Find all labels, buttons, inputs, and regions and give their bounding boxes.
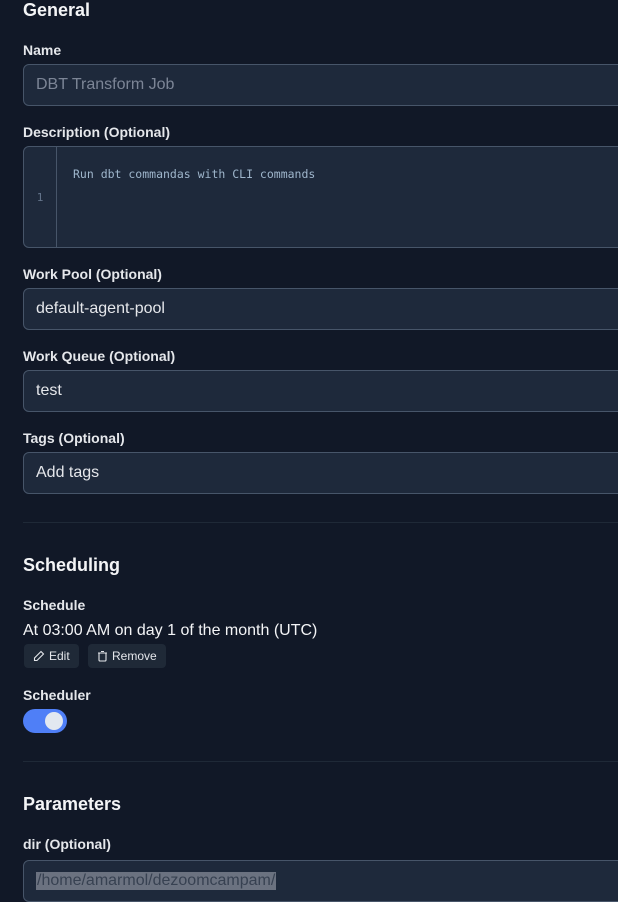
remove-schedule-button[interactable]: Remove xyxy=(88,644,166,668)
trash-icon xyxy=(98,650,107,662)
work-queue-label: Work Queue (Optional) xyxy=(23,348,176,364)
work-pool-select[interactable]: default-agent-pool xyxy=(23,288,618,330)
dir-value: /home/amarmol/dezoomcampam/ xyxy=(36,872,277,890)
scheduling-heading: Scheduling xyxy=(23,555,121,575)
toggle-knob xyxy=(45,712,63,730)
divider xyxy=(23,522,618,523)
general-heading: General xyxy=(23,0,91,20)
work-queue-select[interactable]: test xyxy=(23,370,618,412)
divider xyxy=(23,761,618,762)
name-label: Name xyxy=(23,42,62,58)
edit-label: Edit xyxy=(49,649,70,663)
name-input[interactable]: DBT Transform Job xyxy=(23,64,618,106)
schedule-value: At 03:00 AM on day 1 of the month (UTC) xyxy=(23,622,318,639)
pencil-icon xyxy=(33,650,45,662)
description-text[interactable]: Run dbt commandas with CLI commands xyxy=(57,147,331,247)
description-editor[interactable]: 1 Run dbt commandas with CLI commands xyxy=(23,146,618,248)
dir-label: dir (Optional) xyxy=(23,836,111,852)
remove-label: Remove xyxy=(112,649,157,663)
parameters-heading: Parameters xyxy=(23,794,122,814)
schedule-label: Schedule xyxy=(23,597,86,613)
tags-input[interactable]: Add tags xyxy=(23,452,618,494)
scheduler-toggle[interactable] xyxy=(23,709,67,733)
tags-label: Tags (Optional) xyxy=(23,430,125,446)
work-pool-label: Work Pool (Optional) xyxy=(23,266,162,282)
scheduler-label: Scheduler xyxy=(23,687,91,703)
description-label: Description (Optional) xyxy=(23,124,170,140)
line-number: 1 xyxy=(24,147,57,247)
edit-schedule-button[interactable]: Edit xyxy=(24,644,79,668)
